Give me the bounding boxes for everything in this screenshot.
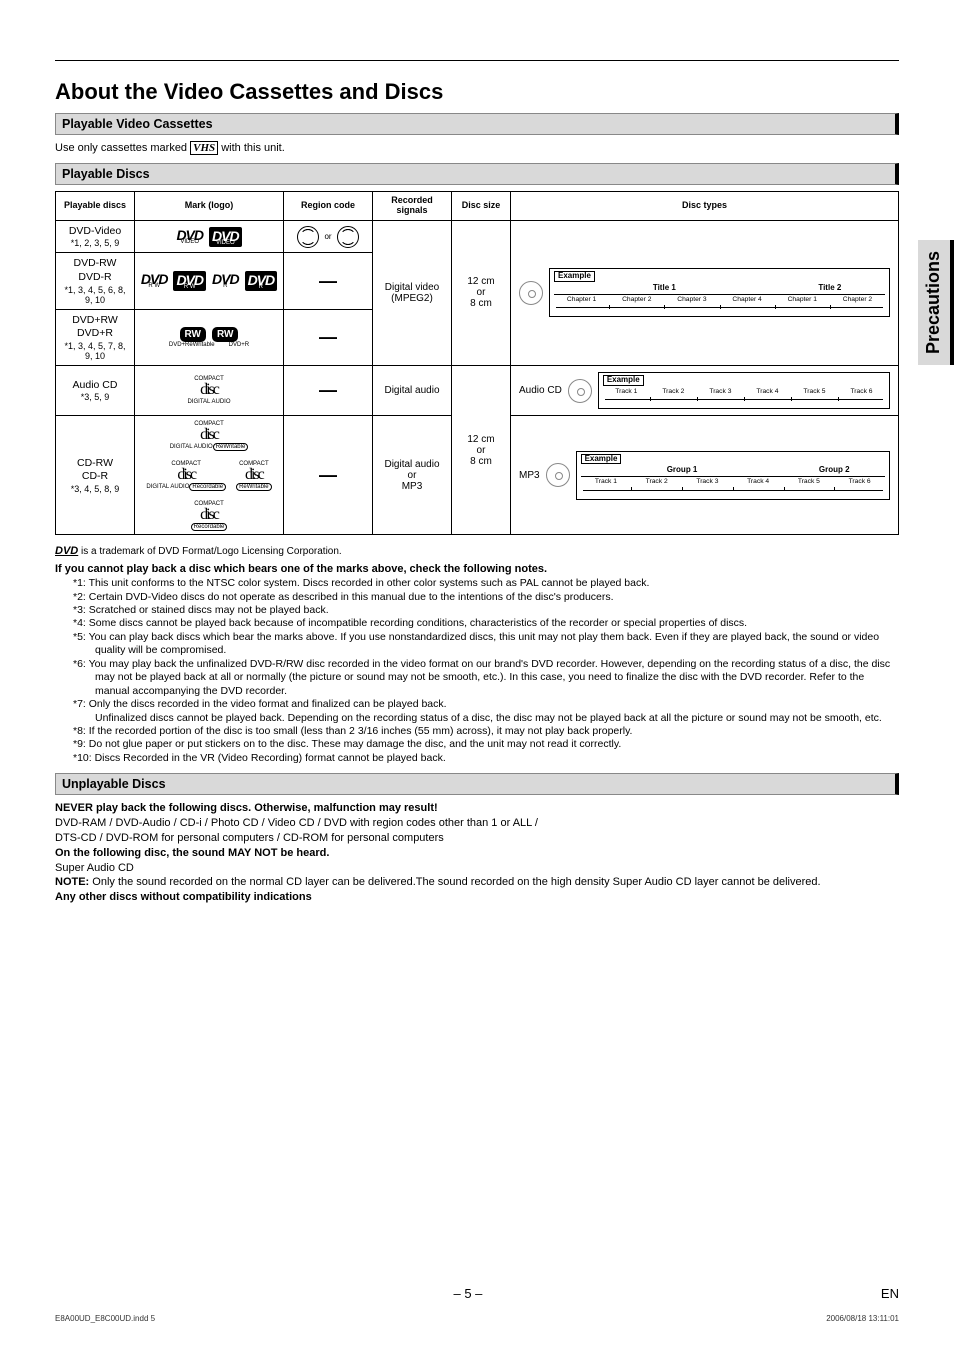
unplay-warn: NEVER play back the following discs. Oth… xyxy=(55,801,899,816)
note-8: *8: If the recorded portion of the disc … xyxy=(65,725,899,738)
size-12-8-b: 12 cm or 8 cm xyxy=(452,365,511,534)
size-12-8: 12 cm or 8 cm xyxy=(452,220,511,365)
region-badge-all xyxy=(337,226,359,248)
mini-disc-icon-cd xyxy=(568,379,592,403)
row-cdrw-name: CD-RW CD-R xyxy=(60,457,130,484)
footer-en: EN xyxy=(881,1286,899,1301)
row-dvdvideo-sub: *1, 2, 3, 5, 9 xyxy=(60,238,130,248)
footer-indd: E8A00UD_E8C00UD.indd 5 xyxy=(55,1314,155,1323)
vhs-badge: VHS xyxy=(190,141,218,155)
cd-logo: COMPACT disc DIGITAL AUDIO xyxy=(187,375,230,405)
note-6: *6: You may play back the unfinalized DV… xyxy=(65,658,899,698)
page-title: About the Video Cassettes and Discs xyxy=(55,79,899,105)
unplay-other: Any other discs without compatibility in… xyxy=(55,890,899,905)
row-dvdrw-logos: DVDR W DVDR W DVDR DVDR xyxy=(139,271,279,291)
unplay-note-body: Only the sound recorded on the normal CD… xyxy=(89,876,820,888)
row-dvdprw-sub: *1, 3, 4, 5, 7, 8, 9, 10 xyxy=(60,341,130,361)
section-playable-discs: Playable Discs xyxy=(55,163,899,185)
row-dvdrw-sub: *1, 3, 4, 5, 6, 8, 9, 10 xyxy=(60,285,130,305)
note-3: *3: Scratched or stained discs may not b… xyxy=(65,604,899,617)
dvd-title2: Title 2 xyxy=(775,284,885,295)
page-number: – 5 – xyxy=(454,1286,483,1301)
section-cassettes: Playable Video Cassettes xyxy=(55,113,899,135)
dash3: — xyxy=(319,380,337,400)
row-dvdvideo-name: DVD-Video xyxy=(60,225,130,239)
row-dvdvideo-region: or xyxy=(284,220,373,253)
types-cd-diagram: Audio CD Example Track 1 Track 2 Track 3… xyxy=(511,365,899,415)
trademark: DVD is a trademark of DVD Format/Logo Li… xyxy=(55,545,899,557)
dash4: — xyxy=(319,465,337,485)
note-4: *4: Some discs cannot be played back bec… xyxy=(65,617,899,630)
recorded-mpeg2: Digital video (MPEG2) xyxy=(373,220,452,365)
mini-disc-icon xyxy=(519,281,543,305)
th-size: Disc size xyxy=(452,192,511,221)
dvd-title1: Title 1 xyxy=(554,284,775,295)
cassette-text-c: with this unit. xyxy=(221,142,285,154)
row-audiocd-sub: *3, 5, 9 xyxy=(60,392,130,402)
row-cdrw-sub: *3, 4, 5, 8, 9 xyxy=(60,484,130,494)
row-cdrw-logos: COMPACTdiscDIGITAL AUDIOReWritable COMPA… xyxy=(139,420,279,530)
row-dvdrw-name: DVD-RW DVD-R xyxy=(60,257,130,284)
th-region: Region code xyxy=(284,192,373,221)
unplay-line1: DVD-RAM / DVD-Audio / CD-i / Photo CD / … xyxy=(55,816,899,831)
note-1: *1: This unit conforms to the NTSC color… xyxy=(65,577,899,590)
unplay-note-label: NOTE: xyxy=(55,876,89,888)
row-dvdvideo-logos: DVDVIDEO DVDVIDEO xyxy=(139,227,279,247)
note-9: *9: Do not glue paper or put stickers on… xyxy=(65,738,899,751)
mp3-label: MP3 xyxy=(519,470,540,481)
types-mp3-diagram: MP3 Example Group 1 Group 2 Track 1 Trac… xyxy=(511,416,899,535)
page-footer: – 5 – EN xyxy=(55,1286,899,1301)
notes-title: If you cannot play back a disc which bea… xyxy=(55,563,899,575)
recorded-digital-audio: Digital audio xyxy=(373,365,452,415)
note-7: *7: Only the discs recorded in the video… xyxy=(65,698,899,725)
unplay-note: NOTE: Only the sound recorded on the nor… xyxy=(55,875,899,890)
row-audiocd-name: Audio CD xyxy=(60,379,130,393)
note-10: *10: Discs Recorded in the VR (Video Rec… xyxy=(65,752,899,765)
cassette-text-a: Use only cassettes marked xyxy=(55,142,190,154)
mini-disc-icon-mp3 xyxy=(546,463,570,487)
side-tab: Precautions xyxy=(918,240,954,365)
dash2: — xyxy=(319,327,337,347)
th-discs: Playable discs xyxy=(56,192,135,221)
section-unplayable: Unplayable Discs xyxy=(55,773,899,795)
unplay-sound-warn: On the following disc, the sound MAY NOT… xyxy=(55,846,899,861)
cassette-instruction: Use only cassettes marked VHS with this … xyxy=(55,141,899,155)
side-tab-label: Precautions xyxy=(924,251,945,354)
cd-label: Audio CD xyxy=(519,385,562,396)
th-mark: Mark (logo) xyxy=(135,192,284,221)
page-subfooter: E8A00UD_E8C00UD.indd 5 2006/08/18 13:11:… xyxy=(55,1314,899,1323)
note-5: *5: You can play back discs which bear t… xyxy=(65,631,899,658)
note-2: *2: Certain DVD-Video discs do not opera… xyxy=(65,591,899,604)
trademark-text: is a trademark of DVD Format/Logo Licens… xyxy=(78,546,341,557)
recorded-digital-audio-mp3: Digital audio or MP3 xyxy=(373,416,452,535)
notes-list: *1: This unit conforms to the NTSC color… xyxy=(55,577,899,765)
row-dvdprw-logos: RW RW xyxy=(139,327,279,342)
types-dvd-diagram: Example Title 1 Title 2 Chapter 1 Chapte… xyxy=(511,220,899,365)
th-recorded: Recorded signals xyxy=(373,192,452,221)
footer-timestamp: 2006/08/18 13:11:01 xyxy=(826,1314,899,1323)
row-dvdprw-name: DVD+RW DVD+R xyxy=(60,314,130,341)
mp3-example-label: Example xyxy=(581,454,622,465)
unplay-sacd: Super Audio CD xyxy=(55,861,899,876)
playable-discs-table: Playable discs Mark (logo) Region code R… xyxy=(55,191,899,535)
region-badge-1 xyxy=(297,226,319,248)
unplay-line2: DTS-CD / DVD-ROM for personal computers … xyxy=(55,831,899,846)
dvd-example-label: Example xyxy=(554,271,595,282)
top-rule xyxy=(55,60,899,61)
cd-example-label: Example xyxy=(603,375,644,386)
th-types: Disc types xyxy=(511,192,899,221)
region-or: or xyxy=(321,232,334,241)
dash1: — xyxy=(319,271,337,291)
